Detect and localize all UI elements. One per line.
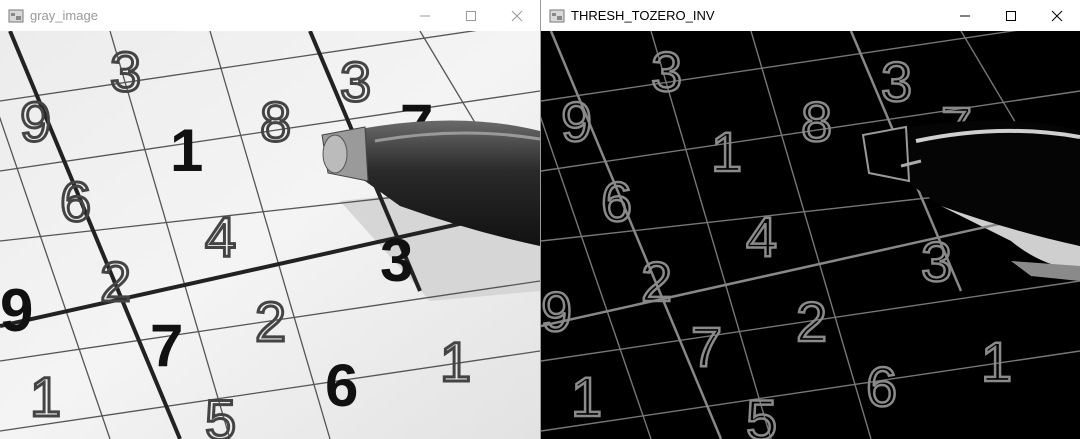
digit: 3 xyxy=(651,40,682,103)
sudoku-gray-photo: 9 3 3 6 8 2 4 2 1 1 5 1 7 3 9 7 6 xyxy=(0,31,540,439)
digit: 5 xyxy=(205,388,236,439)
window-app-icon xyxy=(549,9,565,22)
digit: 1 xyxy=(711,120,742,183)
digit: 9 xyxy=(0,277,33,344)
window-app-icon xyxy=(8,9,24,22)
title-bar[interactable]: gray_image xyxy=(0,0,540,31)
digit: 7 xyxy=(691,315,722,378)
gray-image-window[interactable]: gray_image 9 3 3 6 8 2 4 2 1 1 5 1 3 9 7… xyxy=(0,0,540,439)
digit: 1 xyxy=(571,365,602,428)
close-icon xyxy=(511,10,523,21)
digit: 4 xyxy=(205,205,236,268)
digit: 6 xyxy=(866,355,897,418)
maximize-icon xyxy=(1006,10,1016,21)
digit: 3 xyxy=(110,40,141,103)
window-title: THRESH_TOZERO_INV xyxy=(571,8,715,23)
close-icon xyxy=(1051,10,1063,21)
digit: 2 xyxy=(641,250,672,313)
digit: 7 xyxy=(150,312,183,379)
window-title: gray_image xyxy=(30,8,98,23)
digit: 3 xyxy=(380,227,413,294)
minimize-icon xyxy=(960,15,970,16)
maximize-button[interactable] xyxy=(448,0,494,31)
desktop: { "windows": [ {"title": "gray_image", "… xyxy=(0,0,1080,439)
close-button[interactable] xyxy=(1034,0,1080,31)
title-bar[interactable]: THRESH_TOZERO_INV xyxy=(541,0,1080,31)
digit: 2 xyxy=(255,290,286,353)
minimize-button[interactable] xyxy=(402,0,448,31)
digit: 4 xyxy=(746,205,777,268)
sudoku-thresholded-photo: 9 3 3 1 8 7 6 2 4 3 9 7 2 1 6 1 5 xyxy=(541,31,1080,439)
minimize-icon xyxy=(420,15,430,16)
maximize-button[interactable] xyxy=(988,0,1034,31)
digit: 5 xyxy=(746,388,777,439)
digit: 3 xyxy=(921,230,952,293)
digit: 2 xyxy=(100,250,131,313)
digit: 9 xyxy=(20,90,51,153)
thresh-tozero-inv-window[interactable]: THRESH_TOZERO_INV 9 3 3 1 8 6 2 4 3 9 7 … xyxy=(541,0,1080,439)
gray-image-canvas: 9 3 3 6 8 2 4 2 1 1 5 1 7 3 9 7 6 xyxy=(0,31,540,439)
digit: 8 xyxy=(260,90,291,153)
digit: 1 xyxy=(30,365,61,428)
maximize-icon xyxy=(466,10,476,21)
digit: 6 xyxy=(60,170,91,233)
digit: 1 xyxy=(981,330,1012,393)
digit: 8 xyxy=(801,90,832,153)
digit: 3 xyxy=(881,50,912,113)
digit: 3 xyxy=(340,50,371,113)
digit: 6 xyxy=(601,170,632,233)
digit: 6 xyxy=(325,352,358,419)
digit: 9 xyxy=(541,280,572,343)
digit: 2 xyxy=(796,290,827,353)
digit: 1 xyxy=(170,117,203,184)
digit: 1 xyxy=(440,330,471,393)
digit: 9 xyxy=(561,90,592,153)
thresh-image-canvas: 9 3 3 1 8 7 6 2 4 3 9 7 2 1 6 1 5 xyxy=(541,31,1080,439)
close-button[interactable] xyxy=(494,0,540,31)
minimize-button[interactable] xyxy=(942,0,988,31)
